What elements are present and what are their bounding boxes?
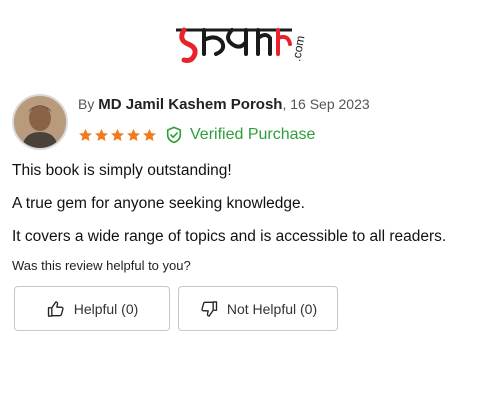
user-photo-icon [14, 96, 66, 148]
reviewer-avatar [12, 94, 68, 150]
review-line: This book is simply outstanding! [12, 162, 232, 179]
rating-row: Verified Purchase [78, 124, 315, 146]
not-helpful-button[interactable]: Not Helpful (0) [178, 286, 338, 331]
thumbs-down-icon [201, 300, 218, 317]
helpful-button[interactable]: Helpful (0) [14, 286, 170, 331]
star-icon [79, 128, 92, 141]
review-date: 16 Sep 2023 [290, 96, 370, 112]
reviewer-name[interactable]: MD Jamil Kashem Porosh [98, 96, 282, 113]
review-body: This book is simply outstanding! A true … [12, 160, 498, 248]
star-icon [143, 128, 156, 141]
not-helpful-label: Not Helpful (0) [226, 300, 318, 317]
star-icon [127, 128, 140, 141]
by-prefix: By [78, 96, 95, 112]
logo-suffix: .com [289, 34, 307, 62]
star-icon [111, 128, 124, 141]
verified-label: Verified Purchase [190, 126, 316, 143]
shield-check-icon [166, 126, 182, 144]
byline-comma: , [282, 96, 287, 112]
helpful-question: Was this review helpful to you? [12, 258, 191, 273]
helpful-label: Helpful (0) [73, 300, 139, 317]
verified-badge: Verified Purchase [165, 126, 315, 144]
review-line: It covers a wide range of topics and is … [12, 228, 447, 245]
star-icon [95, 128, 108, 141]
thumbs-up-icon [47, 300, 64, 317]
site-logo[interactable]: .com [174, 16, 334, 66]
star-rating [78, 128, 157, 143]
review-line: A true gem for anyone seeking knowledge. [12, 195, 305, 212]
review-byline: By MD Jamil Kashem Porosh, 16 Sep 2023 [78, 94, 370, 115]
